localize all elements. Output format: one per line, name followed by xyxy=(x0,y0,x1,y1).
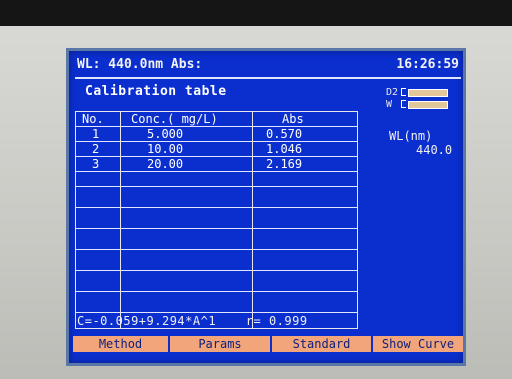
row-conc: 5.000 xyxy=(147,127,184,141)
lamp-w-bar-icon xyxy=(408,101,448,109)
regression-equation: C=-0.059+9.294*A^1 xyxy=(77,314,217,328)
lamp-d2-bracket-icon xyxy=(401,88,406,96)
row-number: 3 xyxy=(92,157,100,171)
page-title: Calibration table xyxy=(85,84,227,99)
show-curve-softkey[interactable]: Show Curve xyxy=(371,336,463,352)
lamp-w: W xyxy=(386,99,456,111)
row-abs: 1.046 xyxy=(266,142,303,156)
table-row[interactable]: 2 10.00 1.046 xyxy=(76,142,357,157)
lamp-d2-label: D2 xyxy=(386,87,399,98)
regression-line: C=-0.059+9.294*A^1 r= 0.999 xyxy=(77,314,308,328)
column-divider xyxy=(120,112,121,328)
calibration-table: No. Conc.( mg/L) Abs 1 5.000 0.570 2 10.… xyxy=(75,111,358,329)
status-divider xyxy=(75,77,461,79)
header-conc: Conc.( mg/L) xyxy=(131,112,218,126)
table-header-row: No. Conc.( mg/L) Abs xyxy=(76,112,357,127)
lamp-w-label: W xyxy=(386,99,393,110)
row-conc: 10.00 xyxy=(147,142,184,156)
lamp-indicators: D2 W xyxy=(386,87,456,111)
lamp-d2: D2 xyxy=(386,87,456,99)
row-abs: 2.169 xyxy=(266,157,303,171)
table-row-empty[interactable] xyxy=(76,193,357,208)
column-divider xyxy=(252,112,253,328)
row-abs: 0.570 xyxy=(266,127,303,141)
clock: 16:26:59 xyxy=(396,57,459,72)
table-row-empty[interactable] xyxy=(76,214,357,229)
lamp-d2-bar-icon xyxy=(408,89,448,97)
table-row-empty[interactable] xyxy=(76,277,357,292)
softkey-bar: Method Params Standard Show Curve xyxy=(73,336,463,352)
params-softkey[interactable]: Params xyxy=(168,336,270,352)
wavelength-abs-readout: WL: 440.0nm Abs: xyxy=(77,57,203,72)
table-row-empty[interactable] xyxy=(76,235,357,250)
header-no: No. xyxy=(82,112,104,126)
table-row-empty[interactable] xyxy=(76,172,357,187)
row-conc: 20.00 xyxy=(147,157,184,171)
table-row[interactable]: 1 5.000 0.570 xyxy=(76,127,357,142)
lamp-w-bracket-icon xyxy=(401,100,406,108)
row-number: 1 xyxy=(92,127,100,141)
header-abs: Abs xyxy=(282,112,304,126)
correlation-coefficient: r= 0.999 xyxy=(245,314,308,328)
wl-label: WL(nm) xyxy=(389,129,433,143)
method-softkey[interactable]: Method xyxy=(73,336,168,352)
wl-value: 440.0 xyxy=(416,143,453,157)
table-row-empty[interactable] xyxy=(76,256,357,271)
standard-softkey[interactable]: Standard xyxy=(270,336,371,352)
row-number: 2 xyxy=(92,142,100,156)
lcd-screen: WL: 440.0nm Abs: 16:26:59 Calibration ta… xyxy=(66,48,466,366)
table-row-empty[interactable] xyxy=(76,298,357,313)
table-row[interactable]: 3 20.00 2.169 xyxy=(76,157,357,172)
status-bar: WL: 440.0nm Abs: 16:26:59 xyxy=(77,57,459,75)
